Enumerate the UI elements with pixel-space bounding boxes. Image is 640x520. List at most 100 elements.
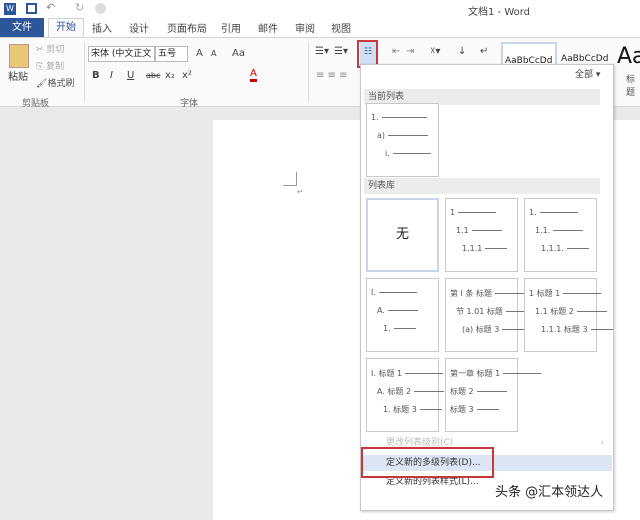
style-no-spacing[interactable]: AaBbCcDd: [561, 54, 608, 64]
list-library-item[interactable]: I. 标题 1 A. 标题 2 1. 标题 3: [366, 358, 445, 432]
font-color-button[interactable]: A: [250, 68, 257, 82]
list-level-label: 1.1 标题 2: [535, 307, 574, 316]
list-level-label: 第一章 标题 1: [450, 369, 501, 378]
undo-icon[interactable]: ↶: [46, 1, 55, 14]
tab-mailings[interactable]: 邮件: [258, 20, 278, 35]
list-library-item[interactable]: 第 Ⅰ 条 标题节 1.01 标题 (a) 标题 3: [445, 278, 536, 352]
list-line: I. 标题 1: [371, 368, 444, 379]
list-level-label: 1.1.1.: [541, 244, 564, 253]
tab-review[interactable]: 审阅: [295, 20, 315, 35]
tab-view[interactable]: 视图: [331, 20, 351, 35]
copy-label: 复制: [46, 62, 65, 72]
italic-button[interactable]: I: [110, 70, 113, 81]
list-line: A. 标题 2: [377, 386, 445, 397]
style-heading1[interactable]: Aa: [617, 44, 640, 69]
filter-dropdown[interactable]: 全部 ▾: [575, 67, 600, 80]
list-library-item[interactable]: 1. 1.1. 1.1.1.: [524, 198, 597, 272]
list-level-label: 1.: [529, 208, 537, 217]
shrink-font-button[interactable]: A: [211, 49, 216, 58]
list-library-item[interactable]: 1 1.1 1.1.1: [445, 198, 518, 272]
list-line: (a) 标题 3: [462, 324, 525, 335]
tab-design[interactable]: 设计: [129, 20, 149, 35]
tab-file[interactable]: 文件: [0, 18, 44, 37]
list-line: 1.: [371, 113, 427, 122]
list-level-label: I.: [371, 288, 376, 297]
list-level-label: 1.1.1 标题 3: [541, 325, 588, 334]
list-line: 1.1 标题 2: [535, 306, 607, 317]
grow-font-button[interactable]: A: [196, 48, 203, 59]
list-line: 1.: [383, 324, 416, 333]
underline-button[interactable]: U: [127, 70, 134, 81]
list-level-label: 标题 2: [450, 387, 474, 396]
strikethrough-button[interactable]: abc: [146, 71, 160, 80]
list-line: 1.1: [456, 226, 502, 235]
increase-indent-icon[interactable]: ⇥: [406, 46, 414, 57]
tab-layout[interactable]: 页面布局: [167, 20, 207, 35]
tab-references[interactable]: 引用: [221, 20, 241, 35]
current-list-thumb[interactable]: 1. a) i.: [366, 103, 439, 177]
margin-corner-mark: [283, 172, 297, 186]
tab-insert[interactable]: 插入: [92, 20, 112, 35]
cut-label: 剪切: [46, 45, 65, 55]
format-painter-label: 格式刷: [47, 79, 75, 89]
filter-label: 全部: [575, 70, 594, 80]
list-none[interactable]: 无: [366, 198, 439, 272]
cut-button[interactable]: ✂ 剪切: [36, 42, 64, 55]
align-left-icon[interactable]: ≡ ≡ ≡: [316, 70, 348, 81]
superscript-button[interactable]: x²: [182, 70, 192, 81]
copy-button[interactable]: ⎘ 复制: [36, 59, 64, 72]
bullets-icon[interactable]: ☰▾: [315, 46, 329, 57]
list-level-label: A. 标题 2: [377, 387, 412, 396]
change-case-button[interactable]: Aa: [232, 48, 245, 59]
sort-icon[interactable]: ↓: [458, 46, 466, 57]
list-line: 1.1.1: [462, 244, 508, 253]
list-library-item[interactable]: I. A. 1.: [366, 278, 439, 352]
numbering-icon[interactable]: ☰▾: [334, 46, 348, 57]
list-level-label: 第 Ⅰ 条 标题: [450, 289, 492, 298]
list-level-label: I. 标题 1: [371, 369, 403, 378]
list-line: 1.1.: [535, 226, 584, 235]
list-line: a): [377, 131, 429, 140]
list-level-label: 1.: [383, 324, 391, 333]
font-size-select[interactable]: 五号: [155, 46, 188, 62]
window-title: 文档1 - Word: [468, 7, 531, 18]
paste-icon: [9, 44, 29, 68]
ribbon-tabs: 文件 开始 插入 设计 页面布局 引用 邮件 审阅 视图: [0, 18, 640, 38]
list-line: 1.: [529, 208, 578, 217]
list-line: 标题 2: [450, 386, 507, 397]
title-bar: W ↶ ↻ 文档1 - Word: [0, 0, 640, 18]
list-library-header: 列表库: [364, 178, 600, 194]
paste-button[interactable]: 粘贴: [8, 68, 28, 83]
redo-icon[interactable]: ↻: [75, 1, 84, 14]
list-line: 1.1.1 标题 3: [541, 324, 613, 335]
list-library-item[interactable]: 第一章 标题 1 标题 2 标题 3: [445, 358, 542, 432]
word-logo-icon: W: [4, 3, 16, 15]
font-family-select[interactable]: 宋体 (中文正文: [88, 46, 155, 62]
format-painter-button[interactable]: 🖌格式刷: [36, 76, 74, 89]
decrease-indent-icon[interactable]: ⇤: [392, 46, 400, 57]
list-line: 1: [450, 208, 497, 217]
list-line: 1.1.1.: [541, 244, 589, 253]
touch-mode-icon[interactable]: [95, 3, 106, 14]
list-level-label: 1: [450, 208, 456, 217]
list-line: 标题 3: [450, 404, 499, 415]
list-level-label: 1.1.: [535, 226, 551, 235]
show-marks-icon[interactable]: ↵: [480, 46, 488, 57]
list-line: 第一章 标题 1: [450, 368, 542, 379]
watermark: 头条 @汇本领达人: [495, 485, 604, 500]
define-multilevel-highlight: [361, 447, 494, 478]
list-level-label: 1. 标题 3: [383, 405, 417, 414]
tab-home[interactable]: 开始: [48, 18, 84, 38]
list-line: 第 Ⅰ 条 标题: [450, 288, 533, 299]
list-library-item[interactable]: 1 标题 1 1.1 标题 2 1.1.1 标题 3: [524, 278, 613, 352]
save-icon[interactable]: [26, 3, 37, 14]
list-level-label: 1 标题 1: [529, 289, 561, 298]
list-line: A.: [377, 306, 418, 315]
subscript-button[interactable]: x₂: [165, 70, 175, 81]
bold-button[interactable]: B: [92, 70, 100, 81]
list-level-label: A.: [377, 306, 385, 315]
list-level-label: (a) 标题 3: [462, 325, 500, 334]
chinese-layout-icon[interactable]: ☓▾: [430, 46, 440, 57]
style-heading-label: 标题: [626, 75, 636, 98]
list-line: i.: [385, 149, 431, 158]
